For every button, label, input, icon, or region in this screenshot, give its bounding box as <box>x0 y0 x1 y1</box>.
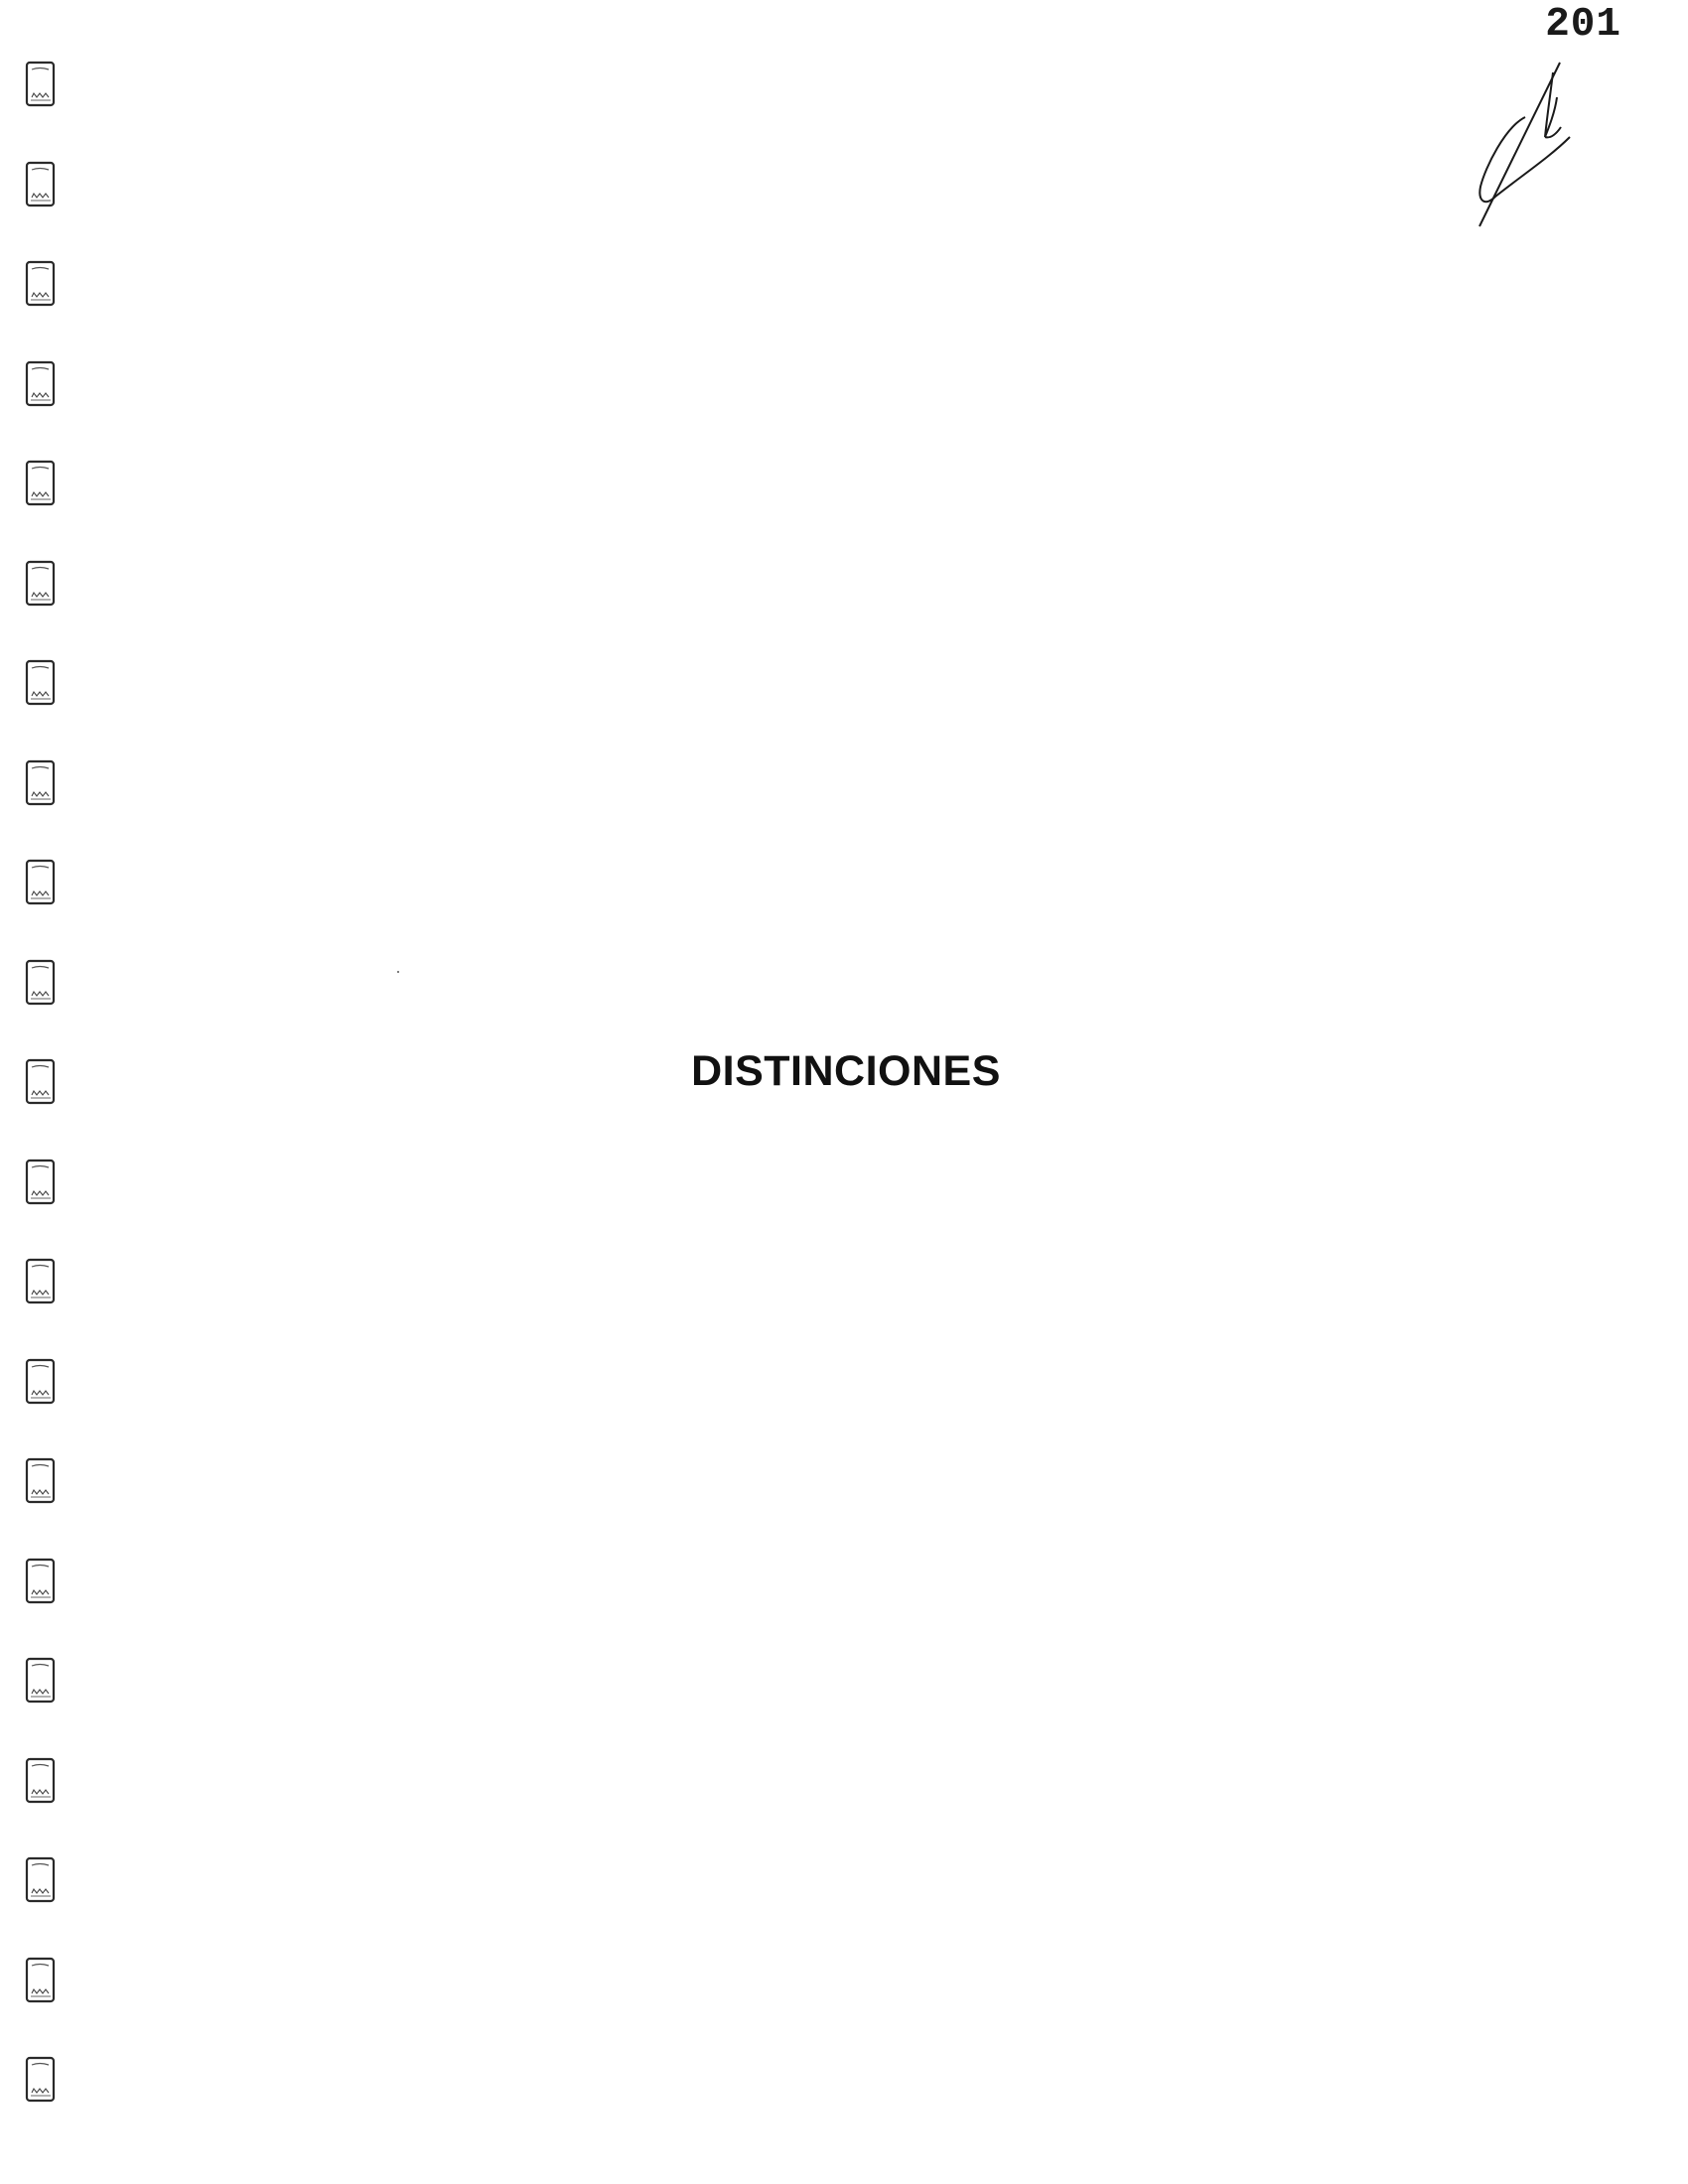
binding-ring <box>25 959 56 1006</box>
binding-ring <box>25 1657 56 1704</box>
binding-ring <box>25 460 56 506</box>
binding-ring <box>25 1058 56 1105</box>
binding-ring <box>25 1159 56 1205</box>
binding-ring <box>25 1957 56 2003</box>
binding-ring <box>25 2056 56 2103</box>
binding-ring <box>25 360 56 407</box>
page-number: 201 <box>1545 2 1621 48</box>
binding-ring <box>25 1358 56 1405</box>
binding-ring <box>25 560 56 607</box>
binding-ring <box>25 1757 56 1804</box>
section-title: DISTINCIONES <box>691 1047 1001 1095</box>
binding-ring <box>25 1558 56 1604</box>
binding-ring <box>25 161 56 207</box>
binding-ring <box>25 759 56 806</box>
binding-ring <box>25 859 56 905</box>
binding-ring <box>25 659 56 706</box>
binding-ring <box>25 1258 56 1304</box>
binding-ring <box>25 1457 56 1504</box>
binding-ring <box>25 61 56 107</box>
scan-speck <box>397 971 399 973</box>
handwritten-signature <box>1478 62 1571 227</box>
document-page: 201 DISTINCIONES <box>0 0 1688 2184</box>
binding-ring <box>25 260 56 307</box>
binding-ring <box>25 1856 56 1903</box>
